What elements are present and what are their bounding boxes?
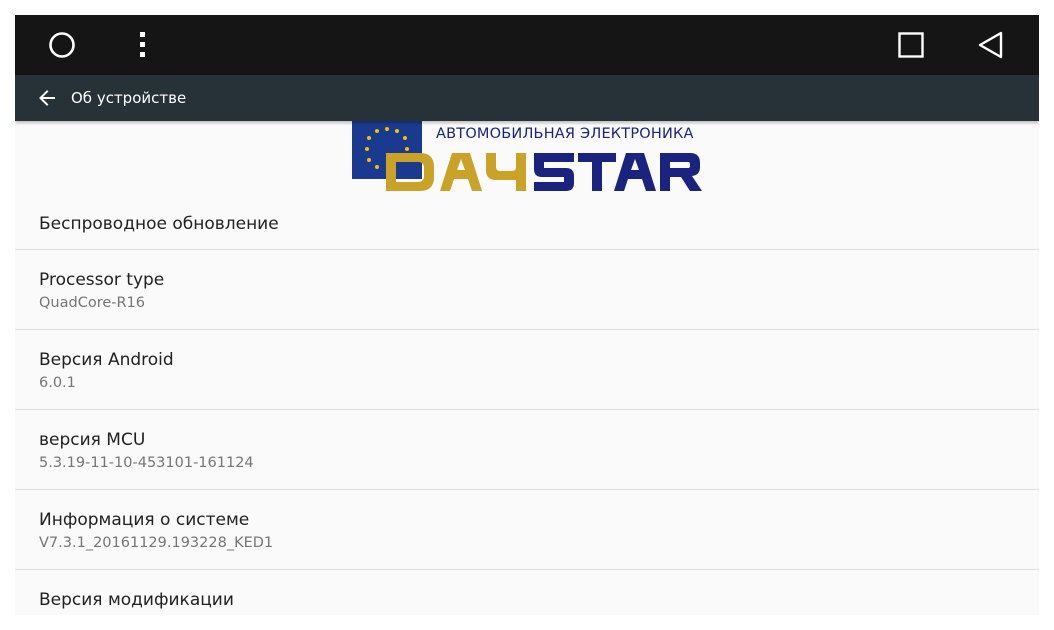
list-item-value: QuadCore-R16 bbox=[39, 295, 146, 311]
triangle-back-icon bbox=[978, 31, 1003, 59]
about-settings-list: Беспроводное обновление Processor type Q… bbox=[15, 195, 1039, 615]
list-item-title: Processor type bbox=[39, 270, 165, 290]
list-item-title: версия MCU bbox=[39, 430, 146, 450]
list-item-mcu-version[interactable]: версия MCU 5.3.19-11-10-453101-161124 bbox=[15, 410, 1039, 490]
list-item-title: Беспроводное обновление bbox=[39, 214, 279, 234]
list-item-title: Версия Android bbox=[39, 350, 174, 370]
list-item-system-info[interactable]: Информация о системе V7.3.1_20161129.193… bbox=[15, 490, 1039, 570]
circle-home-icon bbox=[49, 32, 75, 58]
list-item-wireless-update[interactable]: Беспроводное обновление bbox=[15, 195, 1039, 250]
list-item-value: V7.3.1_20161129.193228_KED1 bbox=[39, 535, 274, 551]
toolbar-back-button[interactable] bbox=[37, 75, 67, 121]
page-title: Об устройстве bbox=[71, 89, 187, 107]
back-button[interactable] bbox=[961, 15, 1021, 75]
app-toolbar: Об устройстве bbox=[15, 75, 1039, 121]
arrow-left-icon bbox=[39, 90, 55, 106]
system-navigation-bar bbox=[15, 15, 1039, 75]
square-recents-icon bbox=[898, 32, 924, 58]
list-item-android-version[interactable]: Версия Android 6.0.1 bbox=[15, 330, 1039, 410]
list-item-processor-type[interactable]: Processor type QuadCore-R16 bbox=[15, 250, 1039, 330]
list-item-mod-version[interactable]: Версия модификации bbox=[15, 570, 1039, 615]
list-item-value: 6.0.1 bbox=[39, 375, 76, 391]
list-item-title: Версия модификации bbox=[39, 590, 234, 610]
daystar-logo: АВТОМОБИЛЬНАЯ ЭЛЕКТРОНИКА bbox=[352, 121, 702, 193]
recents-button[interactable] bbox=[881, 15, 941, 75]
home-button[interactable] bbox=[32, 15, 92, 75]
vertical-dots-menu-icon bbox=[140, 32, 145, 57]
logo-tagline: АВТОМОБИЛЬНАЯ ЭЛЕКТРОНИКА bbox=[436, 126, 694, 142]
list-item-title: Информация о системе bbox=[39, 510, 250, 530]
list-item-value: 5.3.19-11-10-453101-161124 bbox=[39, 455, 254, 471]
android-screen: Об устройстве АВТОМОБИЛЬНАЯ ЭЛЕКТРОНИКА … bbox=[15, 15, 1039, 615]
settings-content: АВТОМОБИЛЬНАЯ ЭЛЕКТРОНИКА Беспроводное о… bbox=[15, 121, 1039, 615]
menu-button[interactable] bbox=[112, 15, 172, 75]
